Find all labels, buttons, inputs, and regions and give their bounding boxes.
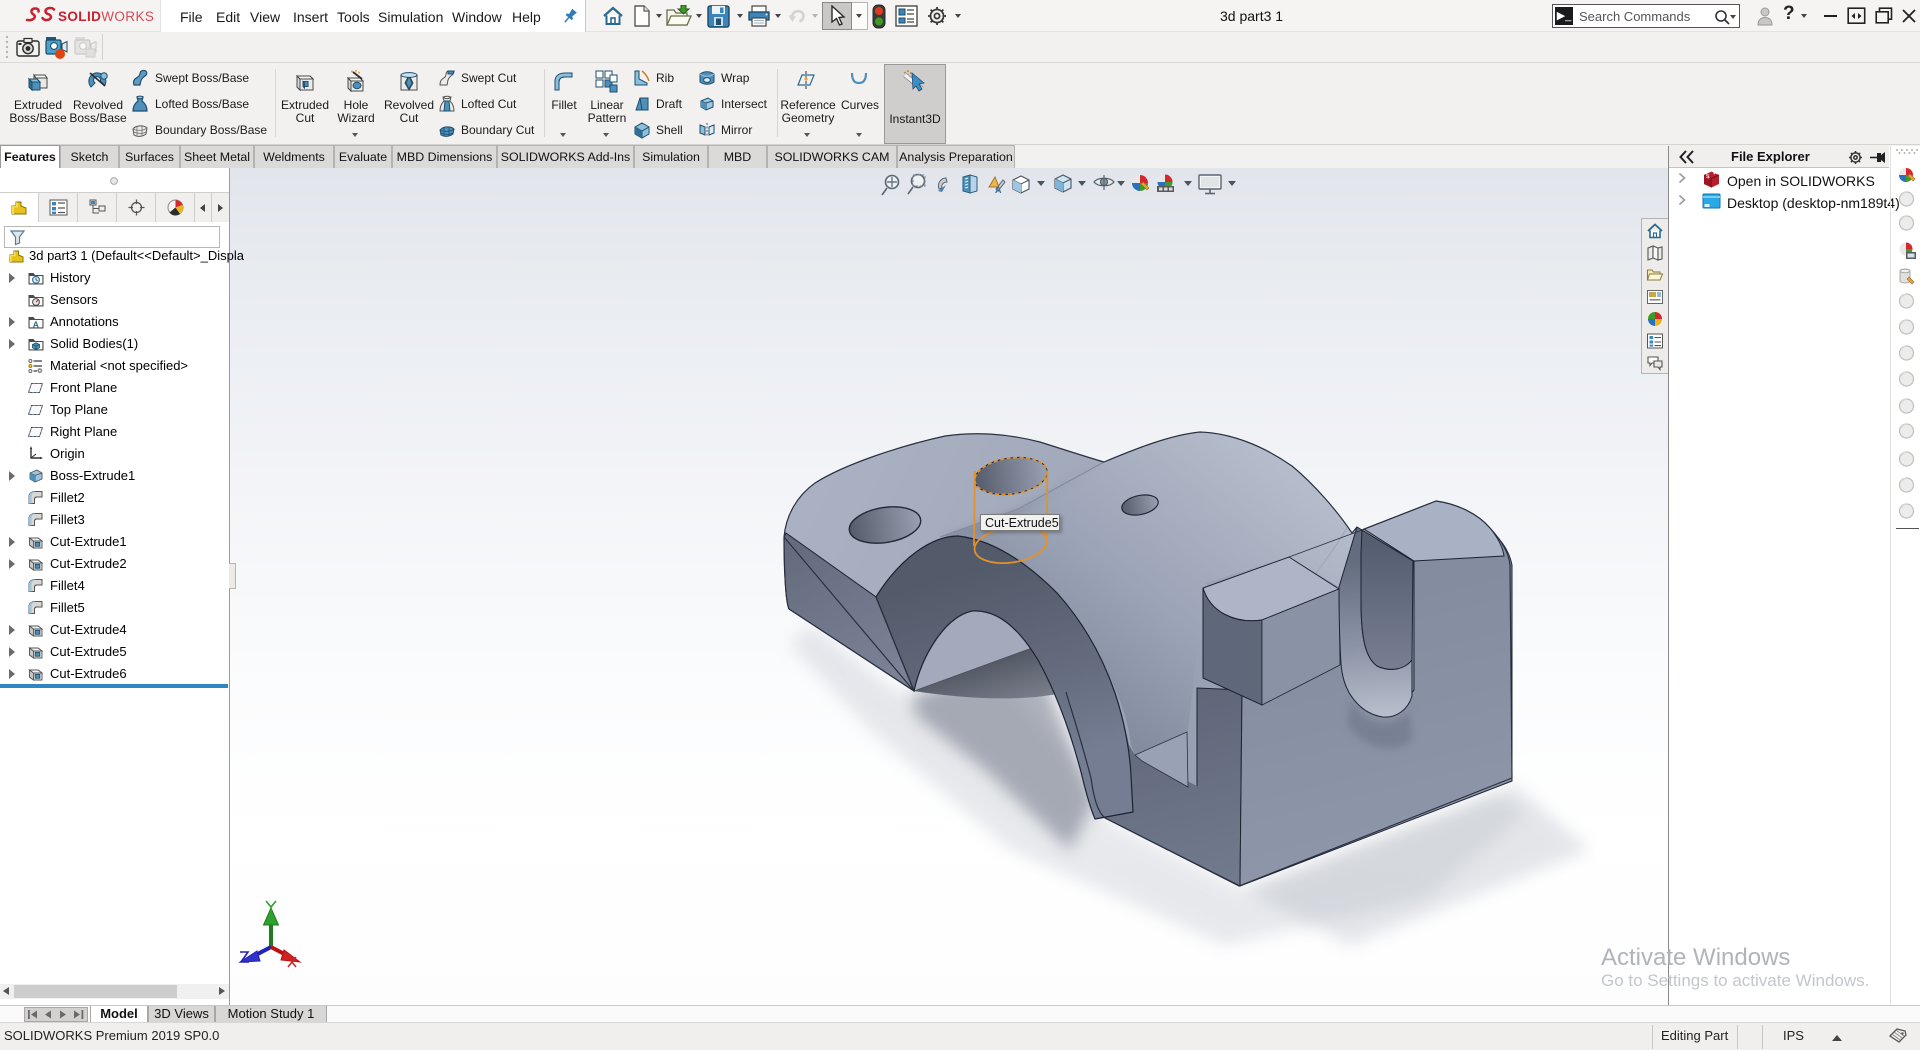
svg-text:W: W (1713, 170, 1719, 176)
svg-text:A: A (995, 185, 1002, 195)
svg-text:SOLIDWORKS: SOLIDWORKS (58, 9, 154, 24)
svg-text:S: S (1706, 174, 1710, 181)
